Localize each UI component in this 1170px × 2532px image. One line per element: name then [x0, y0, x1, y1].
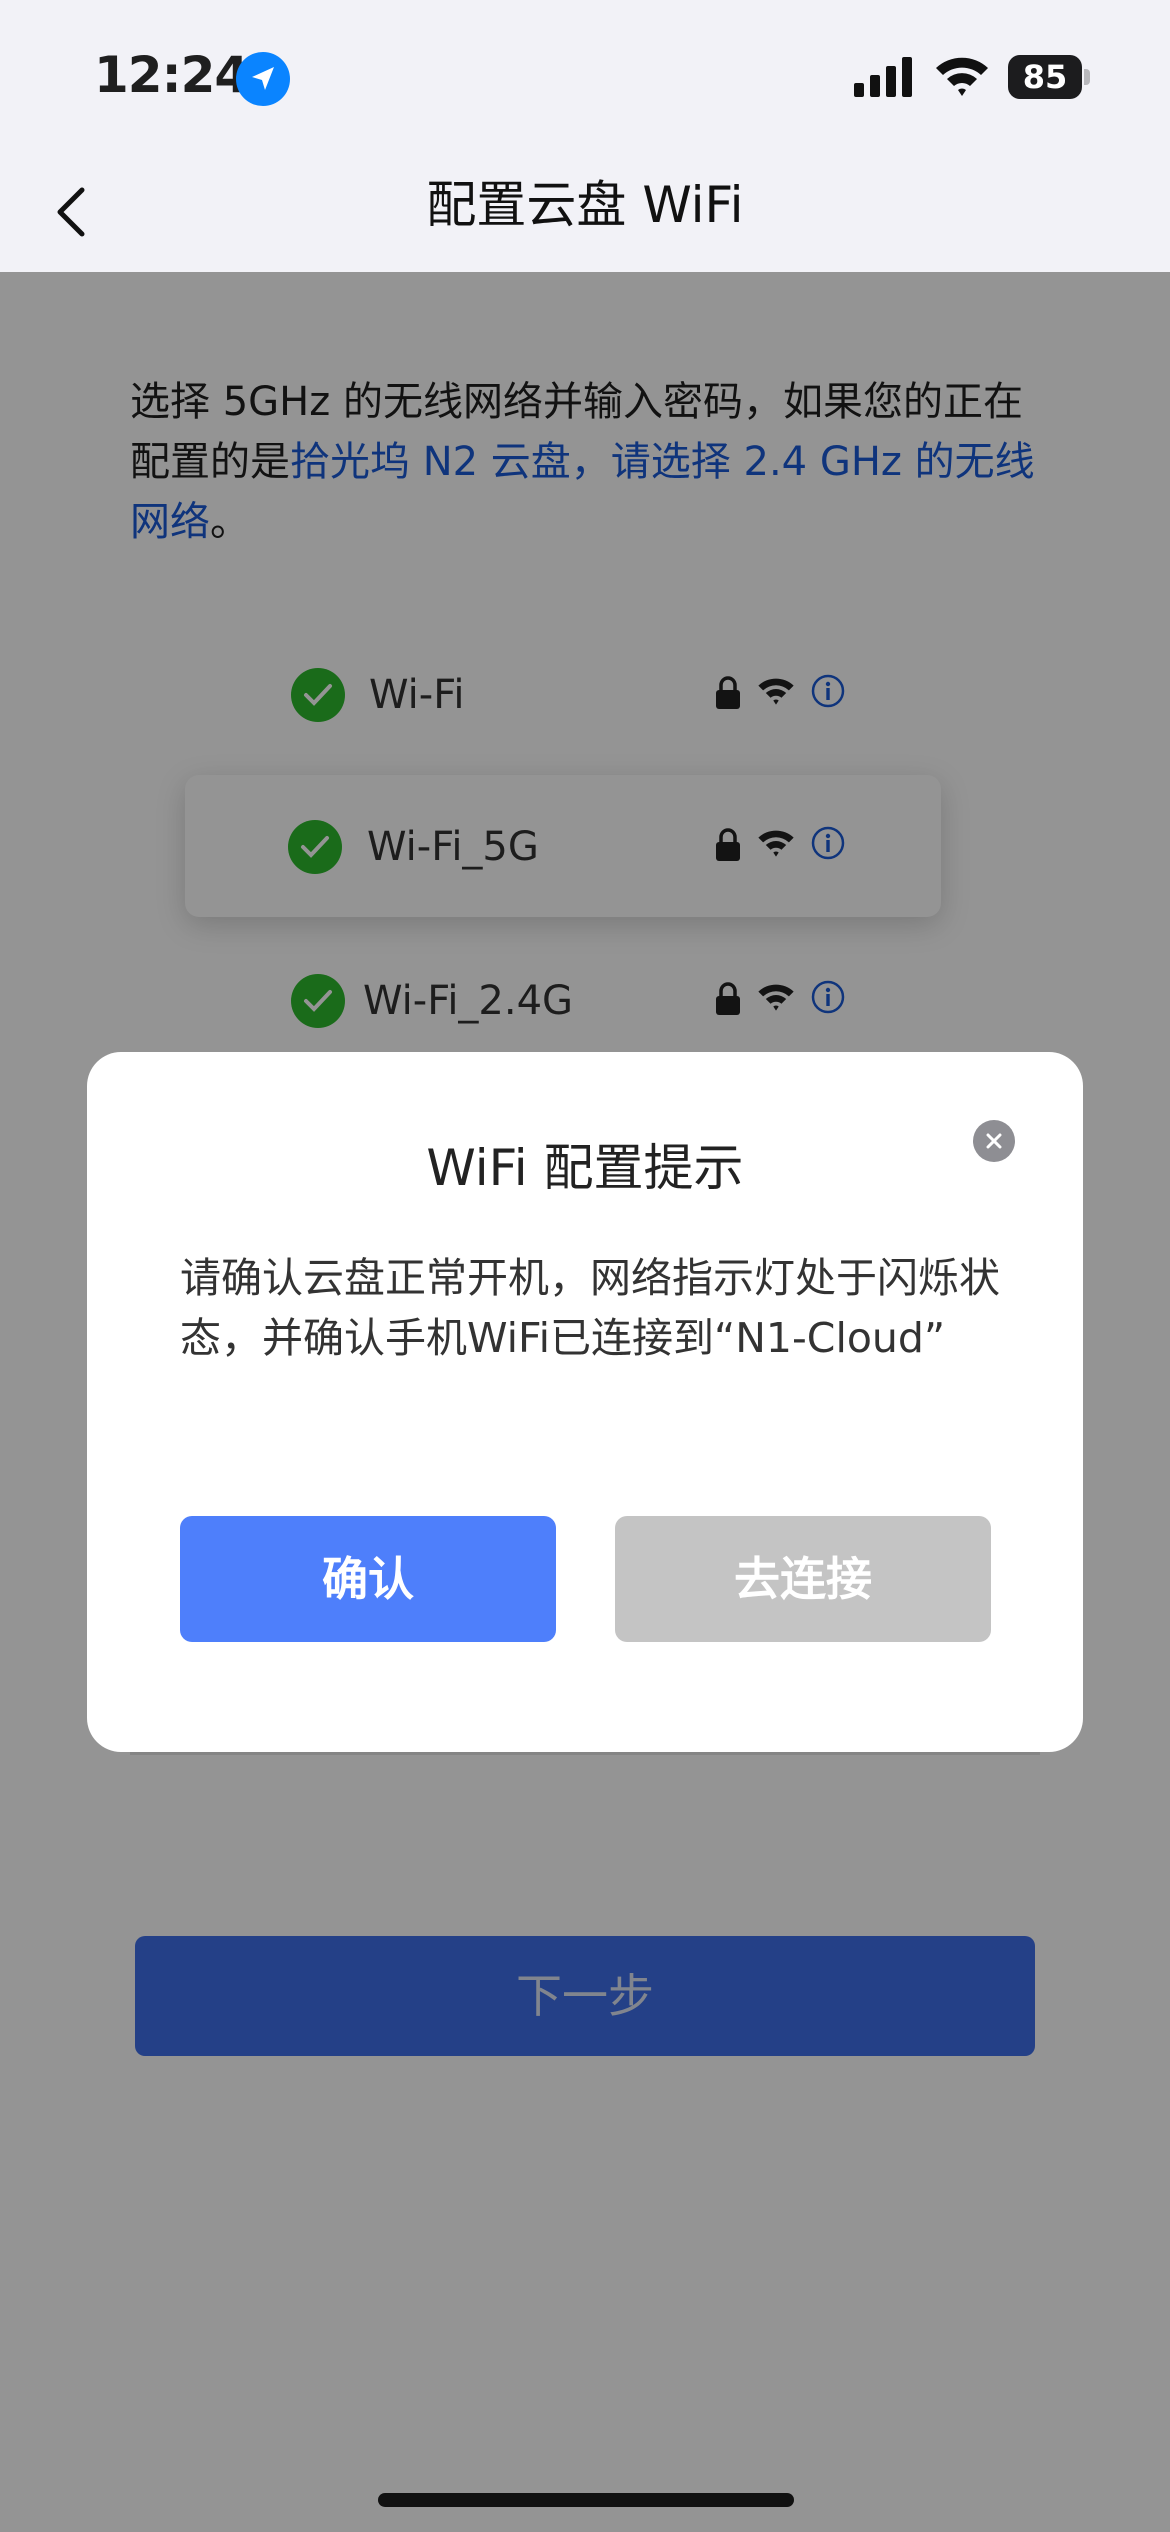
- dialog-title: WiFi 配置提示: [426, 1139, 744, 1197]
- status-time: 12:24: [94, 46, 249, 104]
- cellular-signal-icon: [854, 57, 912, 97]
- dialog-message: 请确认云盘正常开机，网络指示灯处于闪烁状态，并确认手机WiFi已连接到“N1-C…: [180, 1254, 1000, 1362]
- close-icon[interactable]: [973, 1120, 1015, 1162]
- chevron-left-icon[interactable]: [40, 176, 110, 246]
- wifi-config-dialog: WiFi 配置提示 请确认云盘正常开机，网络指示灯处于闪烁状态，并确认手机WiF…: [87, 1052, 1083, 1752]
- location-arrow-icon: [236, 52, 290, 106]
- nav-bar: 配置云盘 WiFi: [0, 150, 1170, 272]
- page-title: 配置云盘 WiFi: [426, 176, 744, 234]
- battery-icon: 85: [1008, 55, 1090, 99]
- wifi-icon: [936, 57, 988, 96]
- status-bar: 12:24 85: [0, 0, 1170, 150]
- battery-level: 85: [1022, 58, 1068, 96]
- confirm-button[interactable]: 确认: [180, 1516, 556, 1642]
- go-connect-button[interactable]: 去连接: [615, 1516, 991, 1642]
- home-indicator: [378, 2493, 794, 2507]
